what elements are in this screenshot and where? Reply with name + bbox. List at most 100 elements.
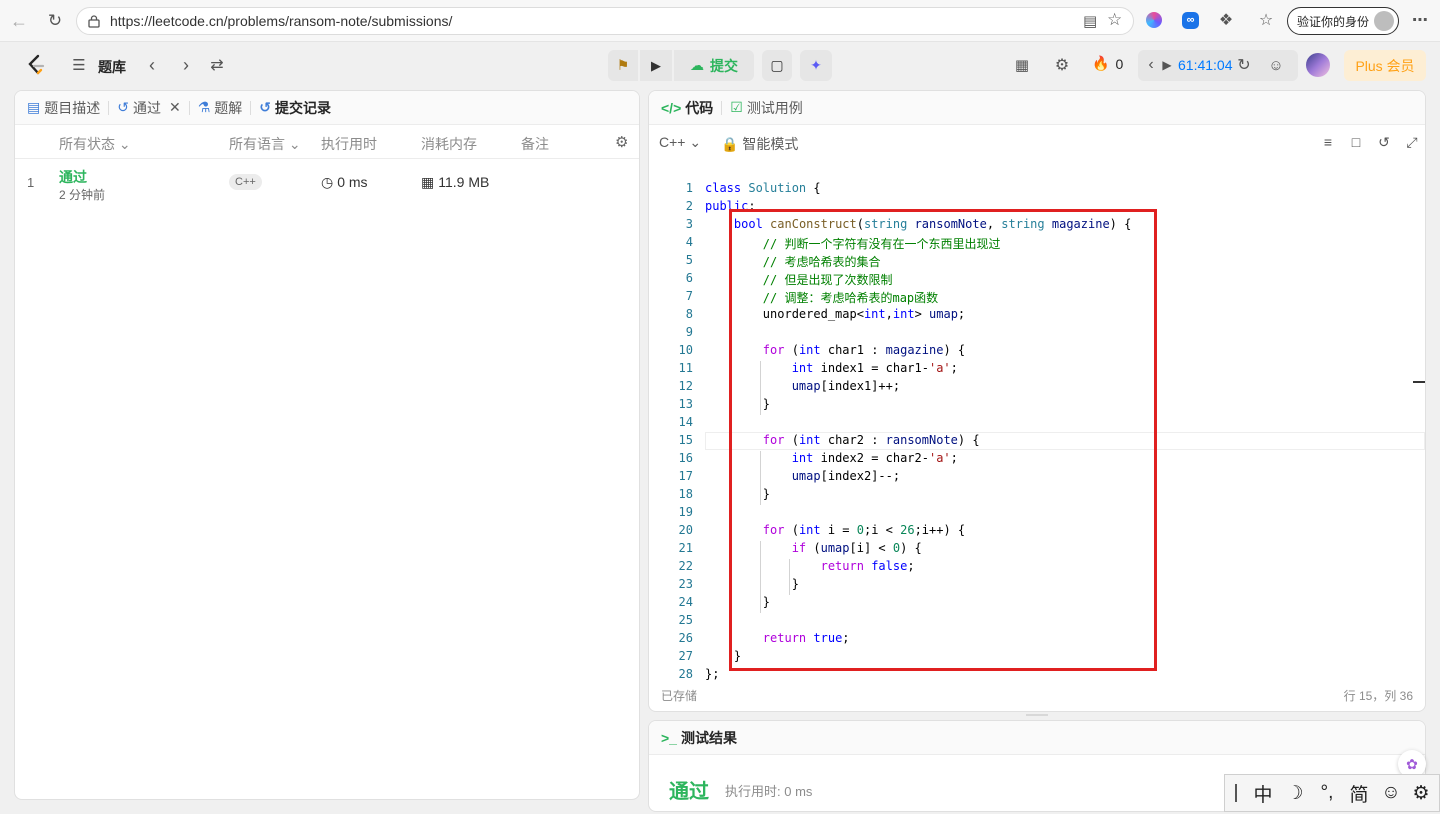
notes-button[interactable]: ▢ <box>762 50 792 81</box>
plus-member-button[interactable]: Plus 会员 <box>1344 50 1426 81</box>
line-number: 11 <box>678 361 693 375</box>
tab-test-result[interactable]: >_ 测试结果 <box>649 721 745 754</box>
ime-chinese-mode[interactable]: 中 <box>1247 780 1279 807</box>
runtime-cell[interactable]: ◷ 0 ms <box>321 174 368 191</box>
reset-icon[interactable]: ↺ <box>1375 133 1393 151</box>
browser-toolbar: ← ↻ https://leetcode.cn/problems/ransom-… <box>0 0 1440 42</box>
ime-simplified[interactable]: 简 <box>1343 780 1375 807</box>
clock-icon: ◷ <box>321 174 334 190</box>
reader-icon[interactable]: ▤ <box>1083 12 1097 30</box>
extension-icon[interactable]: ∞ <box>1182 12 1199 29</box>
run-button[interactable]: ▶ <box>640 50 672 81</box>
line-number: 19 <box>678 505 693 519</box>
timer-reset-icon[interactable]: ↻ <box>1234 55 1254 75</box>
lock-icon: 🔒 <box>721 136 739 152</box>
status-filter[interactable]: 所有状态 ⌄ <box>59 134 131 154</box>
next-problem-icon[interactable]: › <box>176 54 196 76</box>
bookmark-icon[interactable]: □ <box>1347 133 1365 151</box>
status-passed[interactable]: 通过 <box>59 167 87 187</box>
problem-list-link[interactable]: 题库 <box>98 57 126 77</box>
language-badge: C++ <box>229 174 262 190</box>
code-panel: </> 代码 ☑ 测试用例 C++ ⌄ 🔒 智能模式 ≡ □ ↺ ⤢ 1 class … <box>648 90 1426 712</box>
line-number: 4 <box>685 235 693 249</box>
code-line[interactable]: }; <box>705 667 719 681</box>
save-status: 已存储 <box>661 689 698 703</box>
language-select[interactable]: C++ ⌄ <box>659 134 701 151</box>
streak-counter[interactable]: 🔥 0 <box>1092 55 1123 72</box>
editor-toolbar: C++ ⌄ 🔒 智能模式 ≡ □ ↺ ⤢ <box>649 125 1425 159</box>
back-icon[interactable]: ← <box>8 10 30 32</box>
line-number: 24 <box>678 595 693 609</box>
tab-code[interactable]: </> 代码 <box>649 91 721 124</box>
submit-button[interactable]: ☁ 提交 <box>674 50 754 81</box>
format-icon[interactable]: ≡ <box>1319 133 1337 151</box>
flask-icon: ⚗ <box>197 99 211 115</box>
line-number: 13 <box>678 397 693 411</box>
line-number: 27 <box>678 649 693 663</box>
line-number: 20 <box>678 523 693 537</box>
verify-identity-button[interactable]: 验证你的身份 <box>1287 7 1399 35</box>
ime-settings-icon[interactable]: ⚙ <box>1407 782 1435 805</box>
table-row[interactable]: 1 通过 2 分钟前 C++ ◷ 0 ms ▦ 11.9 MB <box>15 161 639 205</box>
tab-solutions[interactable]: ⚗ 题解 <box>190 91 251 124</box>
emoji-icon[interactable]: ☺ <box>1375 782 1407 804</box>
puzzle-icon[interactable]: ❖ <box>1216 10 1236 30</box>
timer-play-icon[interactable]: ▶ <box>1160 55 1174 75</box>
shuffle-icon[interactable]: ⇄ <box>206 54 228 76</box>
line-number: 21 <box>678 541 693 555</box>
language-filter[interactable]: 所有语言 ⌄ <box>229 134 301 154</box>
tab-passed[interactable]: ↺ 通过 ✕ <box>109 91 188 124</box>
tab-testcase[interactable]: ☑ 测试用例 <box>722 91 811 124</box>
top-nav: ☰ 题库 ‹ › ⇄ ⚑ ▶ ☁ 提交 ▢ ✦ ▦ ⚙ 🔥 0 ‹ ▶ 61:41:… <box>4 42 1436 88</box>
profile-avatar <box>1374 11 1394 31</box>
note-header: 备注 <box>521 136 549 152</box>
url-text: https://leetcode.cn/problems/ransom-note… <box>110 13 453 29</box>
chevron-down-icon: ⌄ <box>689 134 702 150</box>
table-header: 所有状态 ⌄ 所有语言 ⌄ 执行用时 消耗内存 备注 ⚙ <box>15 125 639 159</box>
memory-cell[interactable]: ▦ 11.9 MB <box>421 174 489 191</box>
code-line[interactable]: class Solution { <box>705 181 821 195</box>
doc-icon: ▤ <box>27 99 41 115</box>
prev-problem-icon[interactable]: ‹ <box>142 54 162 76</box>
smart-mode[interactable]: 🔒 智能模式 <box>721 134 798 154</box>
line-number: 14 <box>678 415 693 429</box>
history-icon: ↺ <box>117 99 129 115</box>
tab-submissions[interactable]: ↺ 提交记录 <box>251 91 339 124</box>
punctuation-icon[interactable]: °, <box>1311 782 1343 804</box>
favorites-icon[interactable]: ☆ <box>1256 10 1276 30</box>
copilot-icon[interactable] <box>1146 12 1162 28</box>
ime-grip[interactable] <box>1235 784 1237 802</box>
submit-time: 2 分钟前 <box>59 188 106 202</box>
tab-description[interactable]: ▤ 题目描述 <box>15 91 108 124</box>
cloud-upload-icon: ☁ <box>690 57 704 73</box>
gear-icon[interactable]: ⚙ <box>615 133 628 151</box>
line-number: 5 <box>685 253 693 267</box>
highlight-box <box>729 209 1157 671</box>
star-icon[interactable]: ☆ <box>1107 10 1122 30</box>
user-avatar[interactable] <box>1306 53 1330 77</box>
submissions-panel: ▤ 题目描述 ↺ 通过 ✕ ⚗ 题解 ↺ 提交记录 所有状态 ⌄ 所有语言 ⌄ 执行用时 … <box>14 90 640 800</box>
timer-collapse-icon[interactable]: ‹ <box>1144 55 1158 75</box>
timer-display: 61:41:04 <box>1178 57 1233 73</box>
line-number: 6 <box>685 271 693 285</box>
address-bar[interactable]: https://leetcode.cn/problems/ransom-note… <box>76 7 1134 35</box>
debug-button[interactable]: ⚑ <box>608 50 638 81</box>
list-icon[interactable]: ☰ <box>70 55 88 75</box>
lock-icon <box>87 14 101 28</box>
settings-icon[interactable]: ⚙ <box>1052 55 1072 75</box>
add-friend-icon[interactable]: ☺ <box>1266 55 1286 75</box>
leetcode-logo[interactable] <box>26 54 46 76</box>
runtime-header: 执行用时 <box>321 136 377 152</box>
close-icon[interactable]: ✕ <box>169 99 181 116</box>
more-icon[interactable]: ⋯ <box>1410 10 1430 30</box>
moon-icon[interactable]: ☽ <box>1279 782 1311 805</box>
ai-button[interactable]: ✦ <box>800 50 832 81</box>
line-number: 18 <box>678 487 693 501</box>
resize-handle[interactable] <box>1026 714 1048 716</box>
layout-icon[interactable]: ▦ <box>1012 55 1032 75</box>
left-tabbar: ▤ 题目描述 ↺ 通过 ✕ ⚗ 题解 ↺ 提交记录 <box>15 91 639 125</box>
refresh-icon[interactable]: ↻ <box>44 10 66 32</box>
line-number: 25 <box>678 613 693 627</box>
fullscreen-icon[interactable]: ⤢ <box>1403 133 1421 151</box>
line-number: 15 <box>678 433 693 447</box>
